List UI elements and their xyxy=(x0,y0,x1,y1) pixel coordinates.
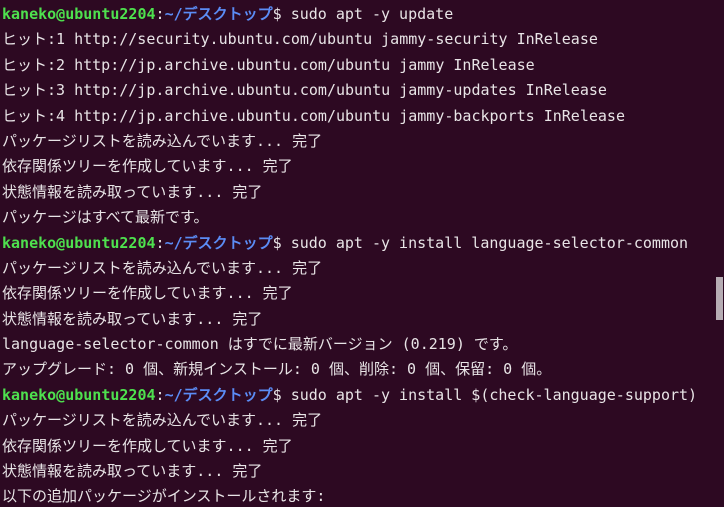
terminal-prompt-line: kaneko@ubuntu2204:~/デスクトップ$ sudo apt -y … xyxy=(2,383,724,408)
prompt-sigil: $ xyxy=(272,233,291,252)
terminal-command: sudo apt -y install $(check-language-sup… xyxy=(290,385,698,404)
prompt-separator: : xyxy=(155,233,165,252)
terminal-output-text: 状態情報を読み取っています... 完了 xyxy=(2,462,263,481)
terminal-output-text: 以下の追加パッケージがインストールされます: xyxy=(2,487,326,506)
terminal-output-text: パッケージリストを読み込んでいます... 完了 xyxy=(2,258,323,277)
terminal-output-text: 依存関係ツリーを作成しています... 完了 xyxy=(2,436,293,455)
terminal-output-text: パッケージリストを読み込んでいます... 完了 xyxy=(2,131,323,150)
prompt-user-host: kaneko@ubuntu2204 xyxy=(2,5,156,23)
terminal-output-text: パッケージリストを読み込んでいます... 完了 xyxy=(2,411,323,430)
terminal-output-text: 状態情報を読み取っています... 完了 xyxy=(2,309,263,328)
terminal-output-line: 依存関係ツリーを作成しています... 完了 xyxy=(2,281,724,306)
terminal-output-text: パッケージはすべて最新です。 xyxy=(2,208,209,227)
terminal-output-line: language-selector-common はすでに最新バージョン (0.… xyxy=(2,332,724,357)
terminal-prompt-line: kaneko@ubuntu2204:~/デスクトップ$ sudo apt -y … xyxy=(2,2,724,27)
terminal-output-line: 以下の追加パッケージがインストールされます: xyxy=(2,484,724,507)
prompt-separator: : xyxy=(155,385,165,404)
terminal-output-line: アップグレード: 0 個、新規インストール: 0 個、削除: 0 個、保留: 0… xyxy=(2,357,724,382)
terminal-output-text: アップグレード: 0 個、新規インストール: 0 個、削除: 0 個、保留: 0… xyxy=(2,360,552,379)
terminal-output-line: パッケージはすべて最新です。 xyxy=(2,205,724,230)
terminal-output-line: 依存関係ツリーを作成しています... 完了 xyxy=(2,154,724,179)
prompt-user-host: kaneko@ubuntu2204 xyxy=(2,385,156,404)
terminal-output-text: language-selector-common はすでに最新バージョン (0.… xyxy=(2,335,518,354)
terminal-output-text: ヒット:4 http://jp.archive.ubuntu.com/ubunt… xyxy=(2,106,625,125)
terminal-output-text: ヒット:1 http://security.ubuntu.com/ubuntu … xyxy=(2,30,598,49)
terminal-output-line: ヒット:2 http://jp.archive.ubuntu.com/ubunt… xyxy=(2,53,724,78)
terminal-output-line: パッケージリストを読み込んでいます... 完了 xyxy=(2,408,724,433)
terminal-output-line: 依存関係ツリーを作成しています... 完了 xyxy=(2,434,724,459)
terminal-output-line: ヒット:4 http://jp.archive.ubuntu.com/ubunt… xyxy=(2,104,724,129)
terminal-output-line: パッケージリストを読み込んでいます... 完了 xyxy=(2,256,724,281)
prompt-sigil: $ xyxy=(272,385,291,404)
terminal-output-text: 依存関係ツリーを作成しています... 完了 xyxy=(2,284,293,303)
terminal-window[interactable]: kaneko@ubuntu2204:~/デスクトップ$ sudo apt -y … xyxy=(0,0,724,507)
prompt-sigil: $ xyxy=(272,5,291,23)
prompt-path: ~/デスクトップ xyxy=(164,5,273,23)
terminal-output-line: 状態情報を読み取っています... 完了 xyxy=(2,307,724,332)
terminal-prompt-line: kaneko@ubuntu2204:~/デスクトップ$ sudo apt -y … xyxy=(2,231,724,256)
terminal-screen[interactable]: kaneko@ubuntu2204:~/デスクトップ$ sudo apt -y … xyxy=(0,0,724,507)
terminal-output-text: ヒット:3 http://jp.archive.ubuntu.com/ubunt… xyxy=(2,81,607,100)
prompt-path: ~/デスクトップ xyxy=(164,233,273,252)
terminal-output-text: 状態情報を読み取っています... 完了 xyxy=(2,182,263,201)
prompt-separator: : xyxy=(155,5,165,23)
prompt-path: ~/デスクトップ xyxy=(164,385,273,404)
terminal-scrollbar[interactable] xyxy=(716,0,724,507)
terminal-output-text: 依存関係ツリーを作成しています... 完了 xyxy=(2,157,293,176)
terminal-command: sudo apt -y update xyxy=(290,5,454,23)
terminal-output-line: 状態情報を読み取っています... 完了 xyxy=(2,459,724,484)
terminal-output-text: ヒット:2 http://jp.archive.ubuntu.com/ubunt… xyxy=(2,55,535,74)
prompt-user-host: kaneko@ubuntu2204 xyxy=(2,233,156,252)
terminal-output-line: ヒット:3 http://jp.archive.ubuntu.com/ubunt… xyxy=(2,78,724,103)
scrollbar-thumb[interactable] xyxy=(716,277,723,320)
terminal-command: sudo apt -y install language-selector-co… xyxy=(290,233,689,252)
terminal-output-line: パッケージリストを読み込んでいます... 完了 xyxy=(2,129,724,154)
terminal-output-line: ヒット:1 http://security.ubuntu.com/ubuntu … xyxy=(2,27,724,52)
terminal-output-line: 状態情報を読み取っています... 完了 xyxy=(2,180,724,205)
